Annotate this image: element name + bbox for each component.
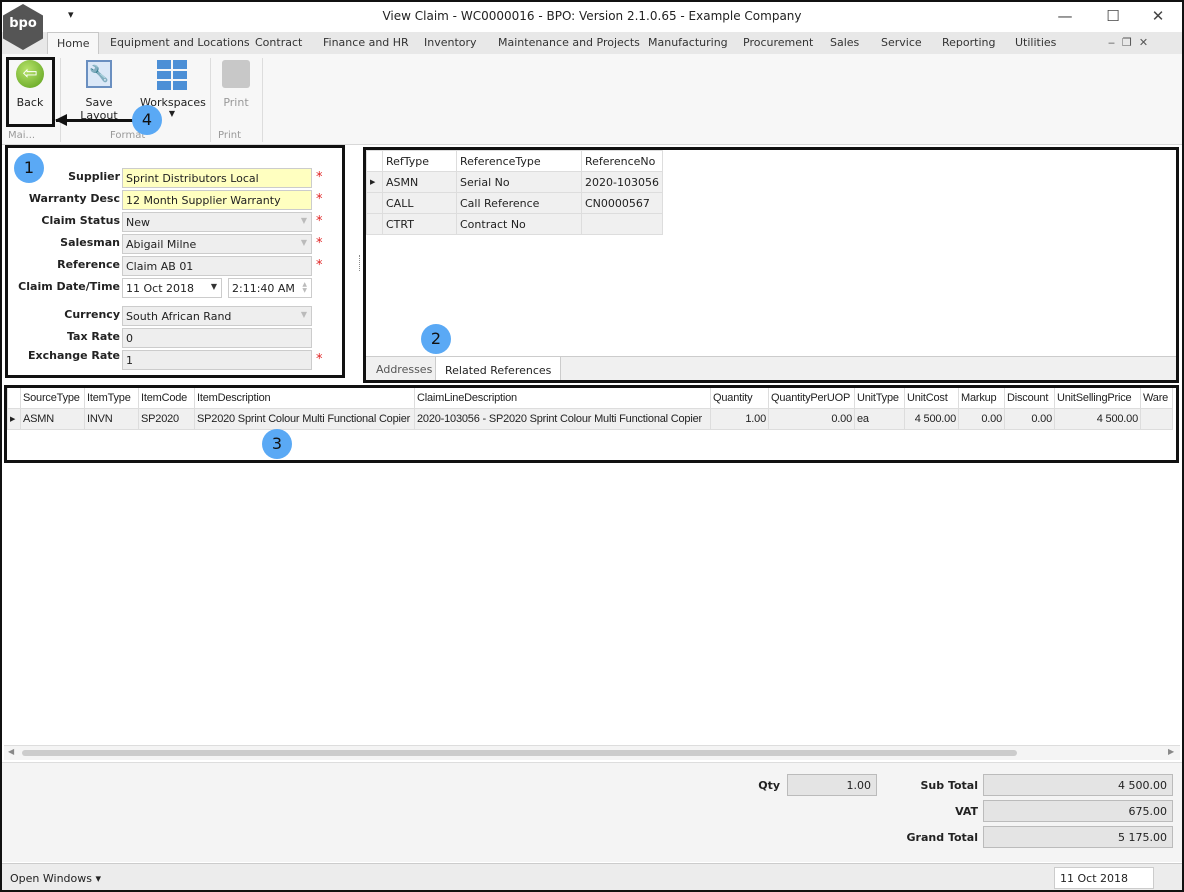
tab-procurement[interactable]: Procurement	[743, 36, 813, 49]
close-button[interactable]: ✕	[1138, 4, 1178, 28]
window-title: View Claim - WC0000016 - BPO: Version 2.…	[382, 9, 802, 23]
callout-box-3	[4, 385, 1179, 463]
callout-box-2	[363, 147, 1179, 383]
status-date: 11 Oct 2018	[1054, 867, 1154, 889]
callout-badge-2: 2	[421, 324, 451, 354]
arrow-head-icon	[55, 114, 67, 126]
status-bar: Open Windows ▾ 11 Oct 2018	[0, 863, 1184, 892]
save-layout-button[interactable]: 🔧 Save Layout	[66, 60, 132, 122]
ribbon-tabs: Home Equipment and Locations Contract Fi…	[0, 32, 1184, 54]
maximize-button[interactable]: ☐	[1093, 4, 1133, 28]
mdi-controls[interactable]: ‒ ❐ ✕	[1108, 36, 1148, 49]
scroll-right-icon[interactable]: ▶	[1168, 747, 1174, 756]
scroll-left-icon[interactable]: ◀	[8, 747, 14, 756]
title-bar: bpo ▾ View Claim - WC0000016 - BPO: Vers…	[0, 0, 1184, 50]
group-print-label: Print	[218, 130, 242, 141]
sub-total-label: Sub Total	[920, 779, 978, 792]
scrollbar-thumb[interactable]	[22, 750, 1017, 756]
callout-box-1	[5, 145, 345, 378]
workspaces-icon	[157, 60, 187, 90]
tab-utilities[interactable]: Utilities	[1015, 36, 1056, 49]
sub-total-value: 4 500.00	[983, 774, 1173, 796]
vat-label: VAT	[955, 805, 978, 818]
open-windows-menu[interactable]: Open Windows ▾	[10, 872, 101, 885]
callout-box-4	[6, 57, 55, 127]
callout-arrow	[56, 119, 136, 122]
tab-maintenance[interactable]: Maintenance and Projects	[498, 36, 640, 49]
splitter-handle[interactable]	[359, 255, 362, 271]
tab-equipment[interactable]: Equipment and Locations	[110, 36, 250, 49]
tab-home[interactable]: Home	[47, 32, 100, 54]
tab-service[interactable]: Service	[881, 36, 922, 49]
printer-icon	[222, 60, 250, 88]
tab-manufacturing[interactable]: Manufacturing	[648, 36, 728, 49]
qty-value: 1.00	[787, 774, 877, 796]
group-main-label: Mai...	[8, 130, 36, 141]
grand-total-value: 5 175.00	[983, 826, 1173, 848]
tab-sales[interactable]: Sales	[830, 36, 859, 49]
tab-reporting[interactable]: Reporting	[942, 36, 995, 49]
qty-label: Qty	[758, 779, 780, 792]
horizontal-scrollbar[interactable]: ◀ ▶	[4, 745, 1180, 760]
vat-value: 675.00	[983, 800, 1173, 822]
divider	[60, 58, 61, 142]
divider	[262, 58, 263, 142]
tab-contract[interactable]: Contract	[255, 36, 302, 49]
minimize-button[interactable]: —	[1045, 4, 1085, 28]
callout-badge-4: 4	[132, 105, 162, 135]
divider	[210, 58, 211, 142]
tab-finance[interactable]: Finance and HR	[323, 36, 409, 49]
callout-badge-1: 1	[14, 153, 44, 183]
tab-inventory[interactable]: Inventory	[424, 36, 477, 49]
print-label: Print	[223, 96, 249, 109]
grand-total-label: Grand Total	[906, 831, 978, 844]
print-button[interactable]: Print	[216, 60, 256, 109]
save-layout-icon: 🔧	[86, 60, 112, 88]
callout-badge-3: 3	[262, 429, 292, 459]
